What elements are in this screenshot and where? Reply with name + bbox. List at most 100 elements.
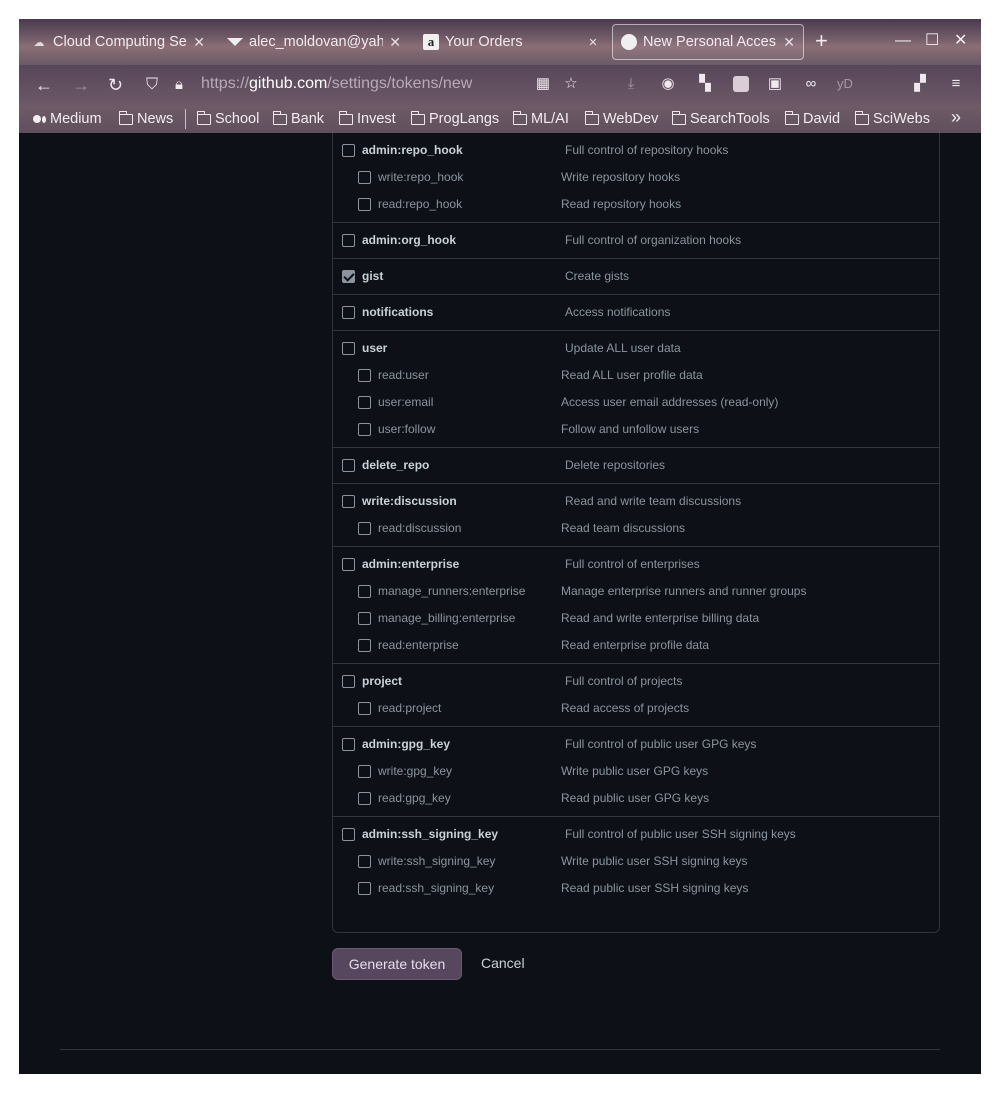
- scope-name[interactable]: user:follow: [378, 422, 435, 436]
- bookmark-proglangs[interactable]: ProgLangs: [410, 109, 499, 129]
- scope-name[interactable]: write:ssh_signing_key: [378, 854, 495, 868]
- scope-checkbox[interactable]: [342, 234, 355, 247]
- generate-token-button[interactable]: Generate token: [332, 948, 462, 980]
- scope-name[interactable]: read:gpg_key: [378, 791, 451, 805]
- scope-checkbox[interactable]: [358, 765, 371, 778]
- tab-audio[interactable]: ✕: [577, 24, 611, 60]
- cancel-link[interactable]: Cancel: [481, 955, 525, 971]
- scope-name[interactable]: delete_repo: [362, 458, 429, 472]
- scope-checkbox[interactable]: [358, 882, 371, 895]
- folder-icon: [196, 110, 211, 125]
- scope-checkbox[interactable]: [342, 144, 355, 157]
- scope-name[interactable]: notifications: [362, 305, 433, 319]
- scope-checkbox[interactable]: [358, 855, 371, 868]
- extension-icon[interactable]: ◉: [660, 76, 676, 92]
- scope-checkbox[interactable]: [358, 792, 371, 805]
- scope-checkbox[interactable]: [342, 306, 355, 319]
- bookmark-school[interactable]: School: [196, 109, 259, 129]
- scope-name[interactable]: manage_runners:enterprise: [378, 584, 525, 598]
- bookmark-label: David: [803, 111, 841, 127]
- bookmark-david[interactable]: David: [784, 109, 841, 129]
- bookmark-medium[interactable]: Medium: [33, 109, 102, 129]
- close-icon[interactable]: ✕: [193, 34, 205, 51]
- scope-name[interactable]: manage_billing:enterprise: [378, 611, 515, 625]
- scope-name[interactable]: admin:ssh_signing_key: [362, 827, 498, 841]
- scope-name[interactable]: gist: [362, 269, 383, 283]
- back-icon[interactable]: ←: [35, 74, 53, 96]
- tab-your-orders[interactable]: a Your Orders: [415, 24, 575, 60]
- scope-name[interactable]: project: [362, 674, 402, 688]
- scope-name[interactable]: write:discussion: [362, 494, 457, 508]
- scope-description: Access user email addresses (read-only): [561, 395, 779, 409]
- scope-checkbox[interactable]: [342, 675, 355, 688]
- scope-checkbox[interactable]: [358, 369, 371, 382]
- scope-checkbox[interactable]: [358, 639, 371, 652]
- scope-checkbox[interactable]: [358, 612, 371, 625]
- bookmark-bank[interactable]: Bank: [272, 109, 325, 129]
- bookmark-searchtools[interactable]: SearchTools: [671, 109, 770, 129]
- shield-icon[interactable]: ⛉: [146, 74, 158, 96]
- scope-checkbox[interactable]: [358, 171, 371, 184]
- scope-checkbox[interactable]: [358, 396, 371, 409]
- scope-checkbox[interactable]: [342, 459, 355, 472]
- maximize-icon[interactable]: ☐: [925, 31, 939, 51]
- scope-name[interactable]: user: [362, 341, 387, 355]
- tab-cloud-computing[interactable]: ☁ Cloud Computing Se ✕: [23, 24, 213, 60]
- scope-name[interactable]: write:gpg_key: [378, 764, 452, 778]
- close-icon[interactable]: ✕: [783, 34, 795, 51]
- close-icon[interactable]: ✕: [389, 34, 401, 51]
- scope-checkbox[interactable]: [342, 270, 355, 283]
- forward-icon[interactable]: →: [72, 74, 90, 96]
- extension-icon[interactable]: [733, 76, 749, 92]
- sub-scope-row: read:user Read ALL user profile data: [333, 362, 939, 389]
- bookmark-star-icon[interactable]: ☆: [563, 76, 579, 92]
- scope-name[interactable]: read:user: [378, 368, 429, 382]
- menu-icon[interactable]: ≡: [948, 76, 964, 92]
- scope-name[interactable]: read:ssh_signing_key: [378, 881, 494, 895]
- scope-checkbox[interactable]: [358, 522, 371, 535]
- profile-icon[interactable]: yD: [837, 76, 853, 92]
- reload-icon[interactable]: ↻: [108, 74, 123, 96]
- bookmark-news[interactable]: News: [118, 109, 173, 129]
- scope-checkbox[interactable]: [342, 558, 355, 571]
- window-close-icon[interactable]: ✕: [954, 31, 967, 51]
- scope-name[interactable]: user:email: [378, 395, 433, 409]
- scope-name[interactable]: admin:repo_hook: [362, 143, 463, 157]
- bookmark-sciwebs[interactable]: SciWebs: [854, 109, 930, 129]
- translate-icon[interactable]: ▚: [697, 76, 713, 92]
- grid-icon[interactable]: ▦: [535, 76, 551, 92]
- minimize-icon[interactable]: —: [895, 31, 911, 51]
- scope-name[interactable]: read:repo_hook: [378, 197, 462, 211]
- scope-checkbox[interactable]: [358, 702, 371, 715]
- bookmark-label: Bank: [291, 111, 325, 127]
- scope-checkbox[interactable]: [342, 738, 355, 751]
- tab-mail[interactable]: alec_moldovan@yah ✕: [219, 24, 409, 60]
- new-tab-button[interactable]: +: [815, 29, 828, 53]
- scope-checkbox[interactable]: [358, 423, 371, 436]
- scope-name[interactable]: admin:enterprise: [362, 557, 459, 571]
- scope-group: delete_repo Delete repositories: [333, 448, 939, 484]
- scope-name[interactable]: write:repo_hook: [378, 170, 463, 184]
- calendar-icon[interactable]: ▣: [767, 76, 783, 92]
- scope-group: admin:enterprise Full control of enterpri…: [333, 547, 939, 664]
- bookmark-ml-ai[interactable]: ML/AI: [512, 109, 569, 129]
- scope-name[interactable]: read:enterprise: [378, 638, 459, 652]
- scope-name[interactable]: admin:gpg_key: [362, 737, 450, 751]
- scope-checkbox[interactable]: [342, 828, 355, 841]
- scope-checkbox[interactable]: [358, 585, 371, 598]
- scope-name[interactable]: read:project: [378, 701, 441, 715]
- scope-checkbox[interactable]: [358, 198, 371, 211]
- bookmark-invest[interactable]: Invest: [338, 109, 396, 129]
- tab-new-personal-access[interactable]: New Personal Acces ✕: [612, 24, 804, 60]
- scope-checkbox[interactable]: [342, 495, 355, 508]
- bookmark-webdev[interactable]: WebDev: [584, 109, 658, 129]
- glasses-icon[interactable]: ∞: [803, 76, 819, 92]
- apps-icon[interactable]: ▞: [912, 76, 928, 92]
- url-bar[interactable]: https://github.com/settings/tokens/new: [201, 75, 472, 93]
- scope-name[interactable]: admin:org_hook: [362, 233, 456, 247]
- download-icon[interactable]: ⤓: [623, 76, 639, 92]
- scope-checkbox[interactable]: [342, 342, 355, 355]
- scope-name[interactable]: read:discussion: [378, 521, 461, 535]
- lock-icon[interactable]: 🔒︎: [175, 74, 183, 96]
- chevron-double-right-icon[interactable]: »: [951, 107, 961, 128]
